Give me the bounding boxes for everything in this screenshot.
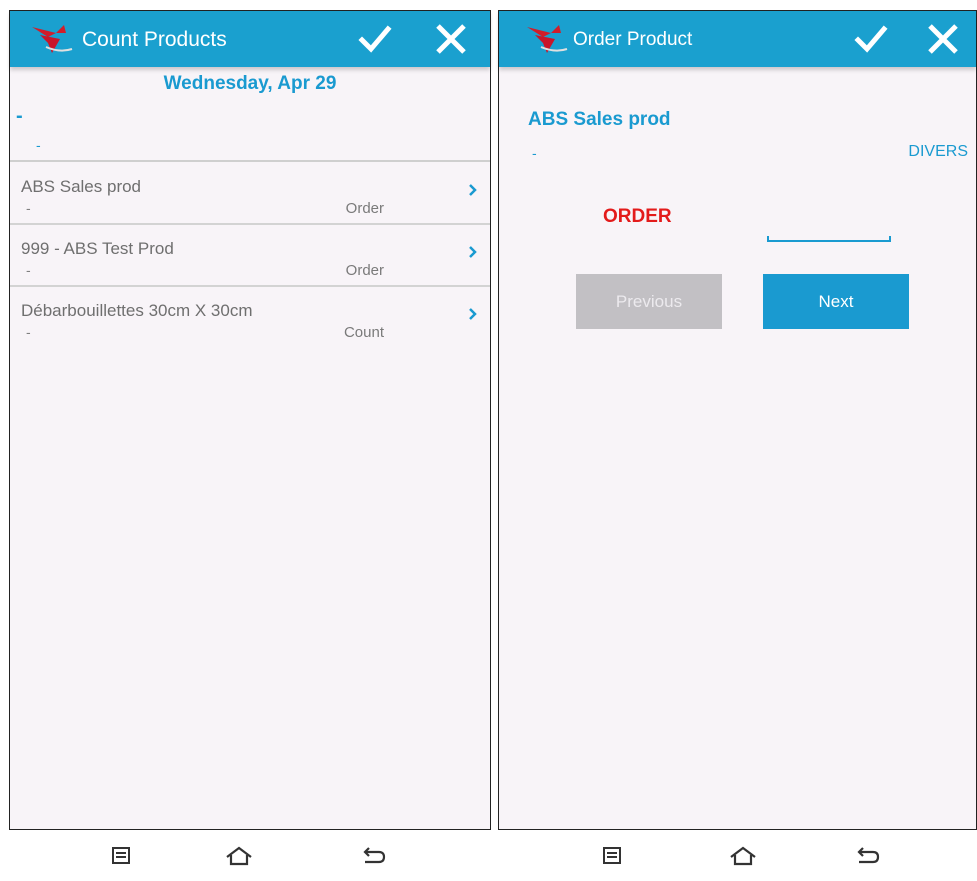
- product-sub: -: [532, 145, 537, 161]
- home-icon[interactable]: [726, 842, 760, 870]
- screen-title: Order Product: [573, 29, 693, 50]
- product-sub: -: [26, 262, 31, 278]
- system-nav-bar: [498, 836, 977, 881]
- checkmark-icon: [358, 25, 392, 53]
- quantity-input[interactable]: [765, 207, 897, 243]
- product-name: Débarbouillettes 30cm X 30cm: [21, 301, 253, 320]
- action-bar: Count Products: [10, 11, 490, 67]
- cancel-button[interactable]: [921, 17, 965, 61]
- product-sub: -: [26, 200, 31, 216]
- app-logo-icon: [32, 25, 73, 53]
- header-dash: -: [16, 105, 23, 127]
- product-title: ABS Sales prod: [528, 109, 671, 130]
- home-icon[interactable]: [222, 842, 256, 870]
- menu-icon[interactable]: [595, 842, 629, 870]
- product-name: 999 - ABS Test Prod: [21, 239, 174, 258]
- action-bar: Order Product: [499, 11, 976, 67]
- back-icon[interactable]: [851, 842, 885, 870]
- previous-button[interactable]: Previous: [576, 274, 722, 329]
- screen-title: Count Products: [82, 28, 227, 51]
- product-name: ABS Sales prod: [21, 177, 142, 196]
- list-item-abs-sales-prod[interactable]: ABS Sales prod - Order: [10, 162, 490, 225]
- list-item-999-abs-test-prod[interactable]: 999 - ABS Test Prod - Order: [10, 224, 490, 287]
- product-sub: -: [26, 324, 31, 340]
- product-category: DIVERS: [908, 143, 968, 160]
- product-type: Order: [345, 200, 384, 217]
- product-type: Count: [343, 324, 384, 341]
- next-button[interactable]: Next: [763, 274, 909, 329]
- product-type: Order: [345, 262, 384, 279]
- chevron-right-icon: [469, 246, 477, 258]
- order-label: ORDER: [603, 206, 672, 227]
- close-icon: [928, 24, 958, 54]
- header-sub-dash: -: [36, 137, 41, 153]
- chevron-right-icon: [469, 308, 477, 320]
- back-icon[interactable]: [357, 842, 391, 870]
- count-products-screen: Count Products Wednesday, Apr 29 - - ABS…: [9, 10, 491, 830]
- list-item-debarbouillettes[interactable]: Débarbouillettes 30cm X 30cm - Count: [10, 286, 490, 348]
- confirm-button[interactable]: [353, 17, 397, 61]
- close-icon: [436, 24, 466, 54]
- date-heading: Wednesday, Apr 29: [163, 73, 337, 94]
- app-logo-icon: [527, 25, 568, 53]
- cancel-button[interactable]: [429, 17, 473, 61]
- chevron-right-icon: [469, 184, 477, 196]
- system-nav-bar: [9, 836, 491, 881]
- confirm-button[interactable]: [849, 17, 893, 61]
- menu-icon[interactable]: [104, 842, 138, 870]
- order-product-screen: Order Product ABS Sales prod - DIVERS OR…: [498, 10, 977, 830]
- checkmark-icon: [854, 25, 888, 53]
